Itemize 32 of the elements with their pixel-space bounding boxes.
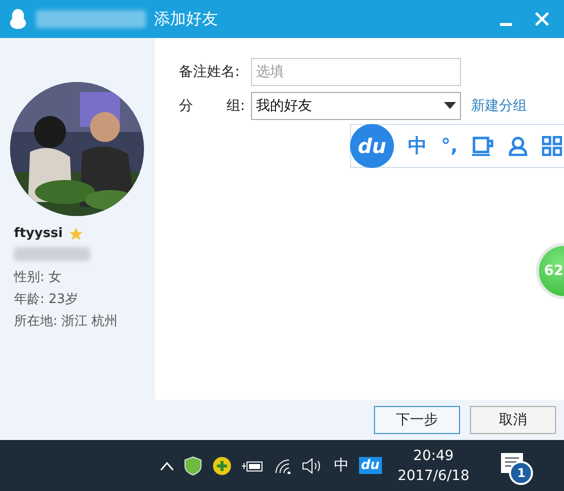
- username: ftyyssi: [14, 226, 63, 241]
- grid-icon[interactable]: [542, 136, 562, 156]
- punctuation-toggle[interactable]: °,: [441, 135, 458, 157]
- profile-detail: 年龄: 23岁: [14, 291, 80, 309]
- chevron-up-icon[interactable]: [160, 460, 174, 470]
- group-label: 分: [179, 97, 193, 115]
- group-label: 组:: [226, 97, 245, 115]
- notification-count: 1: [509, 460, 534, 484]
- cup-icon[interactable]: [472, 136, 494, 156]
- shield-icon[interactable]: [184, 456, 202, 476]
- close-icon: [534, 11, 550, 27]
- remark-input[interactable]: 选填: [251, 58, 461, 86]
- cancel-button[interactable]: 取消: [470, 406, 556, 434]
- group-select[interactable]: 我的好友: [251, 92, 461, 120]
- user-icon[interactable]: [508, 136, 528, 156]
- new-group-link[interactable]: 新建分组: [471, 97, 527, 115]
- notification-button[interactable]: 1: [497, 448, 532, 482]
- ime-mode[interactable]: 中: [408, 133, 427, 159]
- ime-logo[interactable]: du: [359, 457, 382, 474]
- next-button[interactable]: 下一步: [374, 406, 460, 434]
- ime-logo[interactable]: du: [350, 124, 394, 168]
- plus-circle-icon[interactable]: [212, 456, 232, 476]
- wifi-icon[interactable]: [274, 458, 292, 474]
- dropdown-arrow-icon: [444, 102, 456, 110]
- battery-icon[interactable]: [242, 458, 264, 472]
- minimize-icon: [500, 22, 512, 26]
- clock[interactable]: 20:49 2017/6/18: [398, 446, 470, 486]
- remark-label: 备注姓名:: [179, 63, 241, 81]
- profile-detail: 性别: 女: [14, 269, 63, 287]
- ime-mode[interactable]: 中: [334, 456, 349, 475]
- window-title: 添加好友: [154, 8, 218, 30]
- profile-detail: 所在地: 浙江 杭州: [14, 313, 119, 331]
